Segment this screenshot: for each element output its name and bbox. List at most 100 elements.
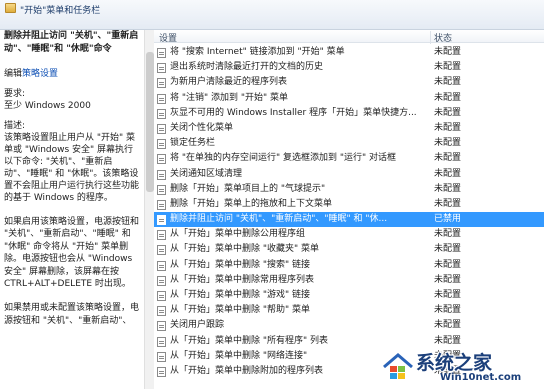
setting-state: 未配置 xyxy=(434,92,462,103)
folder-icon xyxy=(5,3,16,13)
setting-name: 从「开始」菜单中删除 "帮助" 菜单 xyxy=(170,305,311,316)
setting-name: 关闭用户跟踪 xyxy=(170,320,225,331)
enable-text: 如果启用该策略设置，电源按钮和 "关机"、"重新启动"、"睡眠" 和 "休眠" … xyxy=(4,217,140,290)
description-scrollbar[interactable] xyxy=(144,30,154,389)
policy-setting-icon xyxy=(157,184,166,195)
setting-name: 锁定任务栏 xyxy=(170,138,216,149)
setting-state: 未配置 xyxy=(434,305,462,316)
setting-state: 未配置 xyxy=(434,290,462,300)
setting-state: 未配置 xyxy=(434,320,462,331)
table-row[interactable]: 锁定任务栏 未配置 xyxy=(154,136,544,151)
policy-setting-icon xyxy=(157,351,166,362)
setting-state: 未配置 xyxy=(434,168,462,179)
table-row[interactable]: 关闭用户跟踪 未配置 xyxy=(154,318,544,333)
column-header-state[interactable]: 状态 xyxy=(430,31,530,44)
policy-setting-icon xyxy=(157,245,166,256)
table-row[interactable]: 删除「开始」菜单项目上的 "气球提示" 未配置 xyxy=(154,182,544,197)
table-row[interactable]: 从「开始」菜单中删除 "收藏夹" 菜单 未配置 xyxy=(154,242,544,257)
policy-heading: 删除并阻止访问 "关机"、"重新启动"、"睡眠"和 "休眠"命令 xyxy=(4,31,139,54)
table-row[interactable]: 从「开始」菜单中删除 "帮助" 菜单 未配置 xyxy=(154,303,544,318)
scrollbar-thumb[interactable] xyxy=(146,52,154,192)
table-row[interactable]: 将 "注销" 添加到 "开始" 菜单 未配置 xyxy=(154,91,544,106)
setting-state: 已禁用 xyxy=(434,214,462,225)
description-label: 描述: xyxy=(4,121,26,131)
requirements-value: 至少 Windows 2000 xyxy=(4,101,91,111)
table-row[interactable]: 将 "在单独的内存空间运行" 复选框添加到 "运行" 对话框 未配置 xyxy=(154,151,544,166)
setting-name: 从「开始」菜单中删除 "收藏夹" 菜单 xyxy=(170,244,320,255)
table-row[interactable]: 删除「开始」菜单上的拖放和上下文菜单 未配置 xyxy=(154,197,544,212)
setting-name: 灰显不可用的 Windows Installer 程序「开始」菜单快捷方... xyxy=(170,107,417,118)
setting-name: 关闭个性化菜单 xyxy=(170,122,234,133)
policy-setting-icon xyxy=(157,108,166,119)
policy-setting-icon xyxy=(157,336,166,347)
disable-text: 如果禁用或未配置该策略设置，电源按钮和 "关机"、"重新启动"、 xyxy=(4,303,140,326)
breadcrumb: "开始"菜单和任务栏 xyxy=(0,0,544,30)
policy-setting-icon xyxy=(157,169,166,180)
table-row[interactable]: 从「开始」菜单中删除常用程序列表 未配置 xyxy=(154,273,544,288)
setting-name: 删除并阻止访问 "关机"、"重新启动"、"睡眠" 和 "休... xyxy=(170,214,388,225)
setting-name: 从「开始」菜单中删除常用程序列表 xyxy=(170,274,315,285)
setting-name: 为新用户清除最近的程序列表 xyxy=(170,77,288,88)
setting-state: 未配置 xyxy=(434,153,462,164)
setting-name: 删除「开始」菜单项目上的 "气球提示" xyxy=(170,183,326,194)
policy-setting-icon xyxy=(157,154,166,165)
policy-setting-icon xyxy=(157,275,166,286)
table-row[interactable]: 灰显不可用的 Windows Installer 程序「开始」菜单快捷方... 未… xyxy=(154,106,544,121)
description-text: 该策略设置阻止用户从 "开始" 菜单或 "Windows 安全" 屏幕执行以下命… xyxy=(4,133,140,203)
table-row[interactable]: 从「开始」菜单中删除公用程序组 未配置 xyxy=(154,227,544,242)
description-pane: 删除并阻止访问 "关机"、"重新启动"、"睡眠"和 "休眠"命令 编辑策略设置 … xyxy=(0,30,144,389)
breadcrumb-title: "开始"菜单和任务栏 xyxy=(20,6,101,16)
table-row[interactable]: 从「开始」菜单中删除 "搜索" 链接 未配置 xyxy=(154,258,544,273)
setting-name: 将 "在单独的内存空间运行" 复选框添加到 "运行" 对话框 xyxy=(170,153,397,164)
setting-state: 未配置 xyxy=(434,62,462,73)
setting-state: 未配置 xyxy=(434,107,462,118)
setting-name: 从「开始」菜单中删除 "搜索" 链接 xyxy=(170,259,311,270)
table-row[interactable]: 将 "搜索 Internet" 链接添加到 "开始" 菜单 未配置 xyxy=(154,45,544,60)
policy-setting-icon xyxy=(157,306,166,317)
setting-state: 未配置 xyxy=(434,198,462,209)
table-row[interactable]: 关闭个性化菜单 未配置 xyxy=(154,121,544,136)
policy-setting-icon xyxy=(157,48,166,58)
setting-state: 未配置 xyxy=(434,229,462,240)
watermark-url: Win10net.com xyxy=(440,372,522,383)
setting-state: 未配置 xyxy=(434,183,462,194)
column-header-setting[interactable]: 设置 xyxy=(159,31,177,44)
table-row[interactable]: 为新用户清除最近的程序列表 未配置 xyxy=(154,75,544,90)
setting-name: 关闭通知区域清理 xyxy=(170,168,243,179)
policy-setting-icon xyxy=(157,321,166,332)
policy-setting-icon xyxy=(157,139,166,150)
policy-setting-icon xyxy=(157,63,166,74)
setting-state: 未配置 xyxy=(434,274,462,285)
policy-setting-icon xyxy=(157,93,166,104)
table-row[interactable]: 退出系统时清除最近打开的文档的历史 未配置 xyxy=(154,60,544,75)
table-row[interactable]: 从「开始」菜单中删除 "游戏" 链接 未配置 xyxy=(154,288,544,303)
table-row[interactable]: 删除并阻止访问 "关机"、"重新启动"、"睡眠" 和 "休... 已禁用 xyxy=(154,212,544,228)
settings-list: 设置 状态 将 "搜索 Internet" 链接添加到 "开始" 菜单 未配置 退出… xyxy=(154,30,544,389)
table-row[interactable]: 关闭通知区域清理 未配置 xyxy=(154,167,544,182)
policy-setting-icon xyxy=(157,260,166,271)
setting-state: 未配置 xyxy=(434,138,462,149)
policy-setting-icon xyxy=(157,78,166,89)
setting-state: 未配置 xyxy=(434,244,462,255)
setting-state: 未配置 xyxy=(434,47,462,57)
setting-state: 未配置 xyxy=(434,259,462,270)
edit-prefix: 编辑 xyxy=(4,69,23,79)
setting-state: 未配置 xyxy=(434,122,462,133)
policy-setting-icon xyxy=(157,123,166,134)
edit-policy-line: 编辑策略设置 xyxy=(4,68,140,80)
requirements-label: 要求: xyxy=(4,89,26,99)
settings-rows: 将 "搜索 Internet" 链接添加到 "开始" 菜单 未配置 退出系统时清除最… xyxy=(154,45,544,379)
setting-name: 删除「开始」菜单上的拖放和上下文菜单 xyxy=(170,198,333,209)
policy-setting-icon xyxy=(157,199,166,210)
setting-name: 从「开始」菜单中删除公用程序组 xyxy=(170,229,306,240)
policy-setting-icon xyxy=(157,291,166,301)
watermark-title: 系统之家 xyxy=(416,352,493,374)
watermark: 系统之家 Win10net.com xyxy=(380,345,544,389)
setting-name: 将 "注销" 添加到 "开始" 菜单 xyxy=(170,92,289,103)
edit-policy-link[interactable]: 策略设置 xyxy=(22,69,58,79)
setting-state: 未配置 xyxy=(434,77,462,88)
policy-setting-icon xyxy=(157,215,166,226)
setting-name: 从「开始」菜单中删除 "游戏" 链接 xyxy=(170,290,311,300)
policy-setting-icon xyxy=(157,366,166,377)
setting-name: 将 "搜索 Internet" 链接添加到 "开始" 菜单 xyxy=(170,47,345,57)
